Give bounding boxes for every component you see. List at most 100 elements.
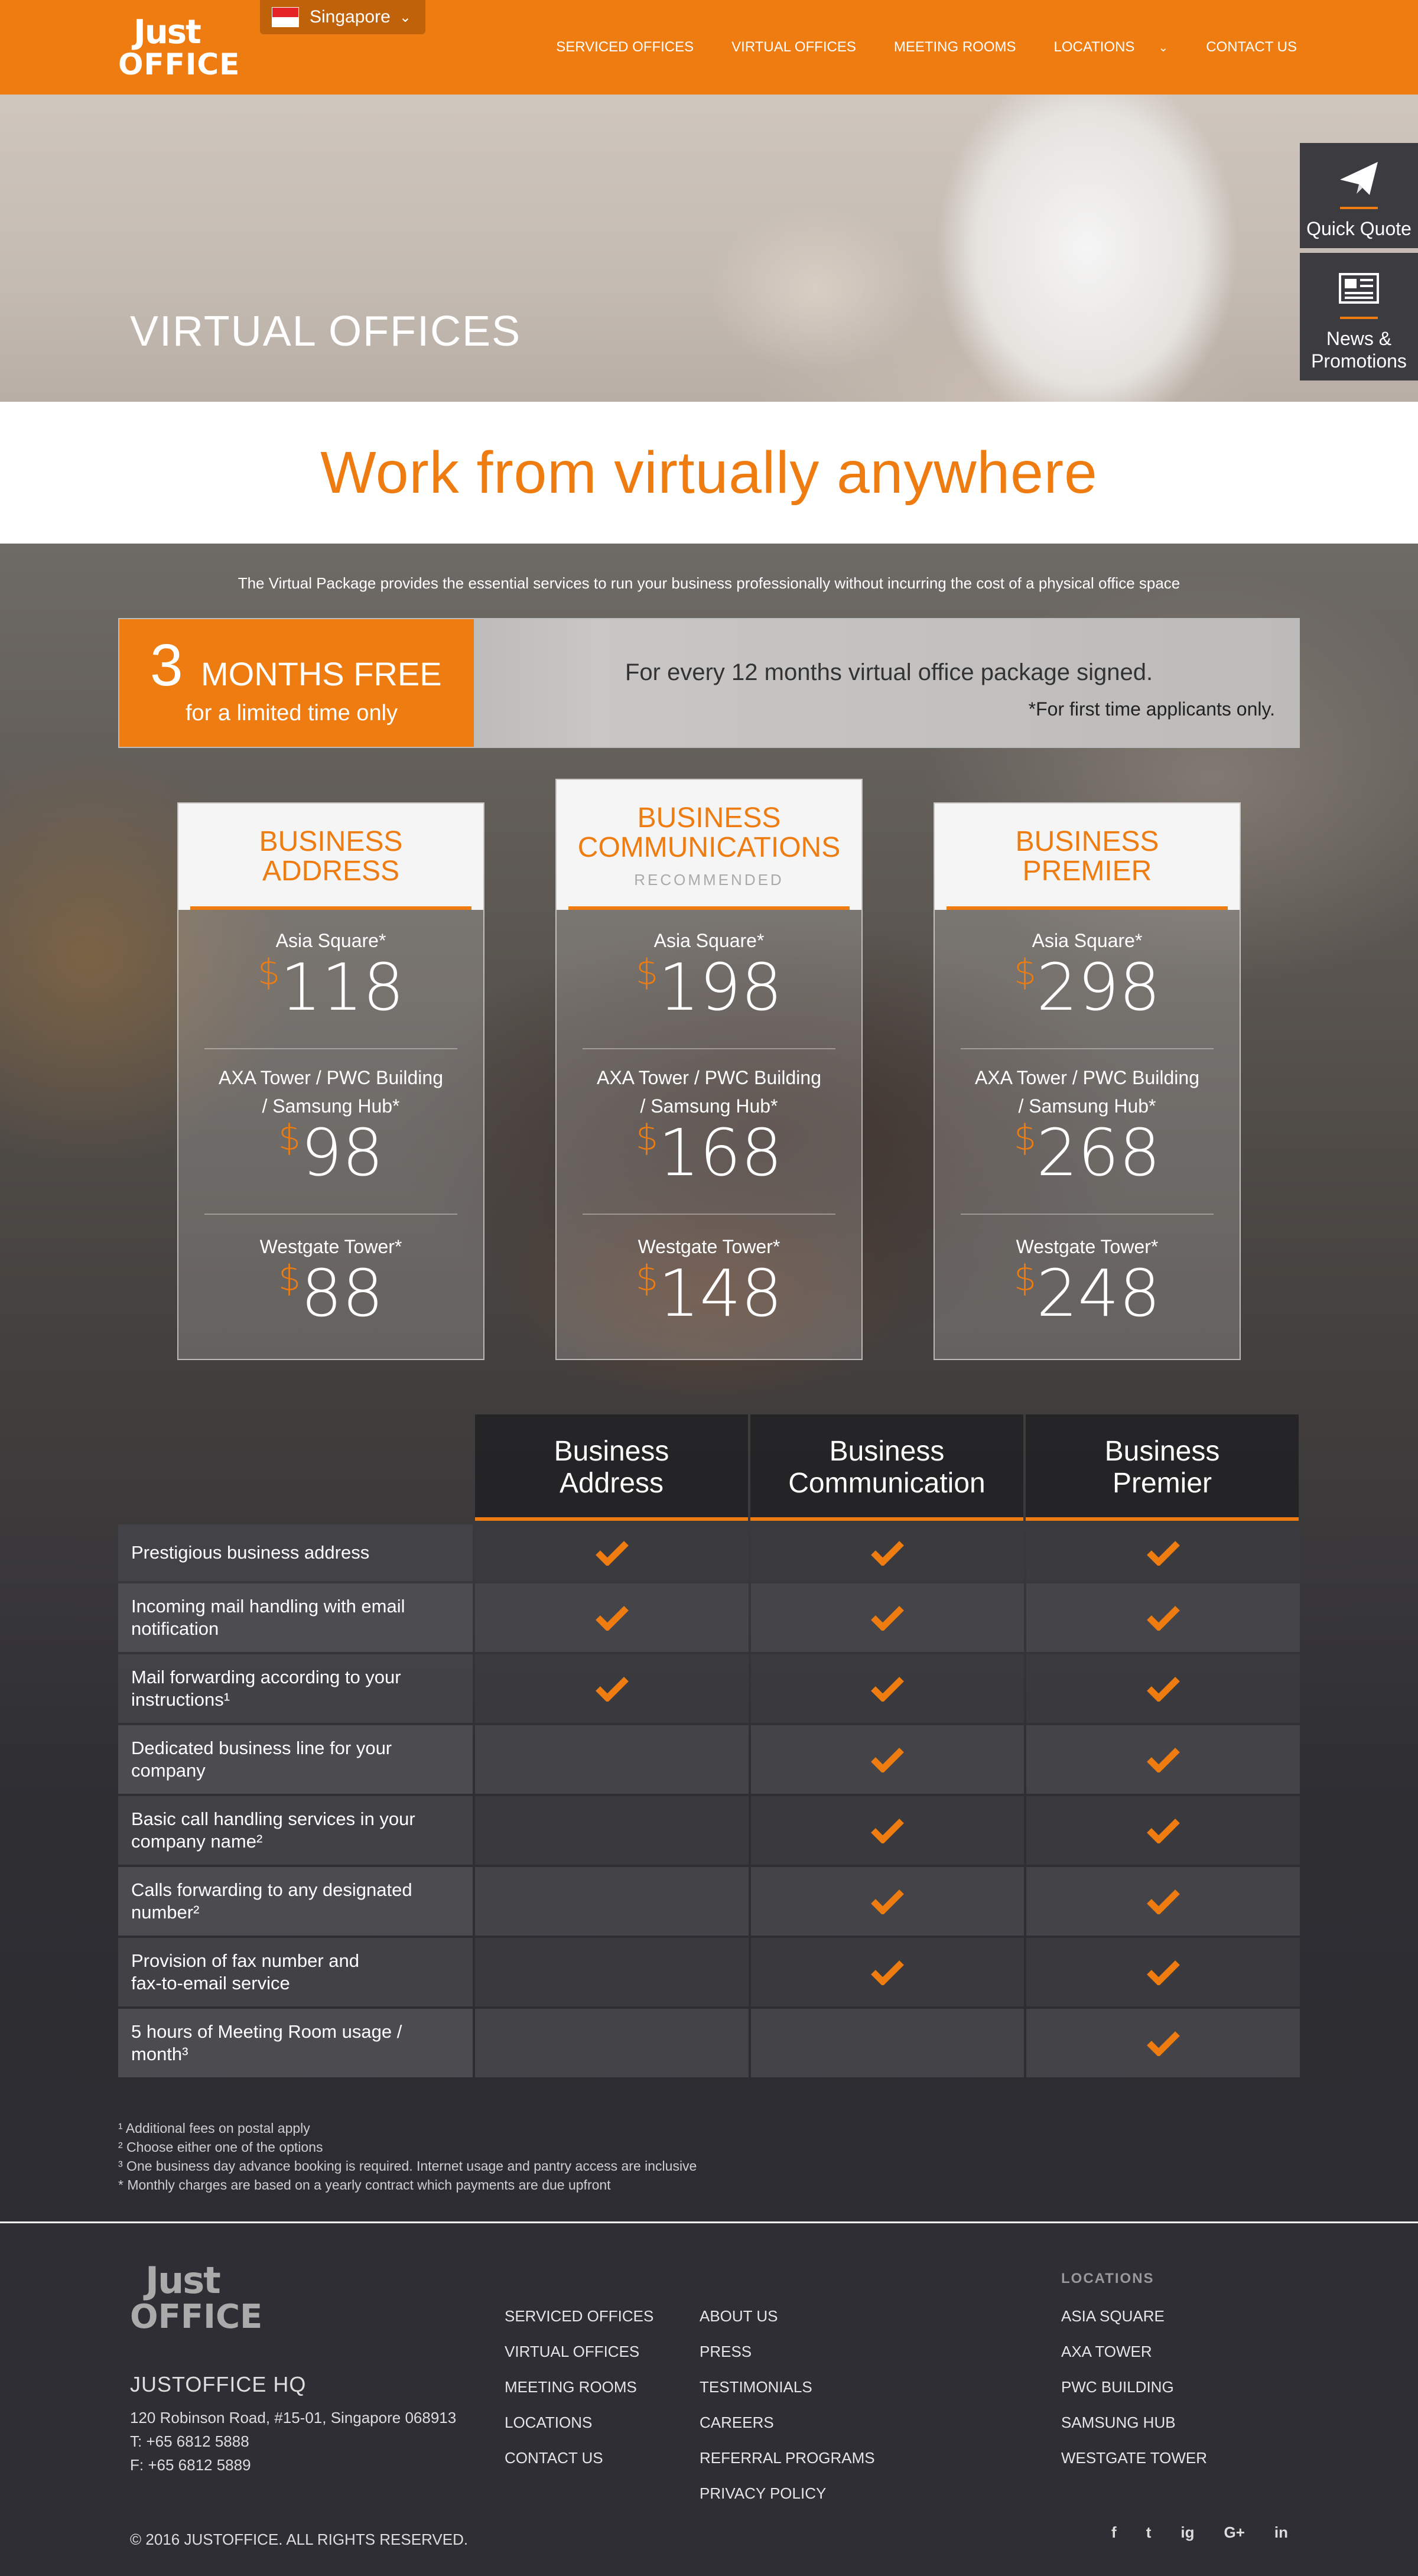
promo-subtitle: for a limited time only bbox=[186, 701, 398, 726]
site-footer: Just OFFICE JUSTOFFICE HQ 120 Robinson R… bbox=[0, 2222, 1418, 2576]
linkedin-icon[interactable]: in bbox=[1274, 2523, 1288, 2542]
price-block: AXA Tower / PWC Building / Samsung Hub* … bbox=[557, 1049, 861, 1214]
checkmark-icon bbox=[871, 1889, 905, 1914]
compare-header-line1: Business bbox=[554, 1436, 669, 1467]
price-value: $118 bbox=[178, 955, 483, 1020]
card-title-line1: BUSINESS bbox=[1015, 826, 1159, 857]
justoffice-logo[interactable]: Just OFFICE bbox=[118, 13, 239, 84]
feature-cell bbox=[475, 1867, 749, 1936]
nav-virtual-offices[interactable]: VIRTUAL OFFICES bbox=[731, 39, 856, 56]
feature-cell bbox=[1026, 1938, 1300, 2006]
social-links: f t ig G+ in bbox=[1111, 2523, 1288, 2542]
feature-cell bbox=[475, 1524, 749, 1581]
feature-cell bbox=[750, 1867, 1025, 1936]
promo-number: 3 bbox=[150, 632, 183, 698]
tagline-heading: Work from virtually anywhere bbox=[320, 439, 1098, 506]
footer-link-westgate-tower[interactable]: WESTGATE TOWER bbox=[1061, 2449, 1207, 2484]
card-title-line1: BUSINESS bbox=[259, 826, 403, 857]
tab-underline bbox=[1340, 207, 1378, 209]
feature-cell bbox=[475, 1654, 749, 1723]
main-nav: SERVICED OFFICES VIRTUAL OFFICES MEETING… bbox=[556, 0, 1297, 95]
promo-months: MONTHS FREE bbox=[201, 655, 442, 692]
feature-label-line2: month³ bbox=[131, 2044, 188, 2064]
facebook-icon[interactable]: f bbox=[1111, 2523, 1117, 2542]
footer-link-press[interactable]: PRESS bbox=[700, 2343, 875, 2378]
price-value: $98 bbox=[178, 1120, 483, 1185]
quick-quote-tab[interactable]: Quick Quote bbox=[1300, 143, 1418, 248]
card-title-line2: ADDRESS bbox=[262, 856, 400, 887]
compare-header-business-communication: Business Communication bbox=[750, 1414, 1023, 1521]
price-value: $248 bbox=[935, 1261, 1240, 1326]
price-value: $298 bbox=[935, 955, 1240, 1020]
feature-label: 5 hours of Meeting Room usage / month³ bbox=[118, 2009, 473, 2077]
footer-link-about-us[interactable]: ABOUT US bbox=[700, 2307, 875, 2343]
twitter-icon[interactable]: t bbox=[1146, 2523, 1152, 2542]
nav-meeting-rooms[interactable]: MEETING ROOMS bbox=[894, 39, 1016, 56]
footer-link-pwc-building[interactable]: PWC BUILDING bbox=[1061, 2378, 1207, 2414]
currency-symbol: $ bbox=[635, 1258, 659, 1299]
currency-symbol: $ bbox=[1013, 1117, 1037, 1159]
currency-symbol: $ bbox=[635, 952, 659, 993]
checkmark-icon bbox=[871, 1541, 905, 1566]
footer-link-careers[interactable]: CAREERS bbox=[700, 2414, 875, 2449]
footer-link-testimonials[interactable]: TESTIMONIALS bbox=[700, 2378, 875, 2414]
feature-cell bbox=[475, 1938, 749, 2006]
card-title-line2: COMMUNICATIONS bbox=[577, 832, 841, 863]
feature-label-line1: Basic call handling services in your bbox=[131, 1809, 415, 1829]
news-label-line1: News & bbox=[1326, 328, 1392, 349]
footnote: * Monthly charges are based on a yearly … bbox=[118, 2177, 611, 2193]
feature-label-line2: company bbox=[131, 1760, 206, 1781]
footer-link-contact-us[interactable]: CONTACT US bbox=[505, 2449, 653, 2484]
footer-link-axa-tower[interactable]: AXA TOWER bbox=[1061, 2343, 1207, 2378]
hq-title: JUSTOFFICE HQ bbox=[130, 2372, 307, 2396]
tagline-section: Work from virtually anywhere bbox=[0, 402, 1418, 544]
feature-cell bbox=[750, 2009, 1025, 2077]
footnote: ³ One business day advance booking is re… bbox=[118, 2158, 697, 2174]
page-title: VIRTUAL OFFICES bbox=[130, 308, 522, 355]
footer-link-meeting-rooms[interactable]: MEETING ROOMS bbox=[505, 2378, 653, 2414]
price-block: Asia Square* $198 bbox=[557, 910, 861, 1048]
nav-locations[interactable]: LOCATIONS ⌄ bbox=[1054, 39, 1169, 56]
virtual-package-section: The Virtual Package provides the essenti… bbox=[0, 544, 1418, 2222]
promo-note: *For first time applicants only. bbox=[1028, 698, 1275, 720]
recommended-badge: RECOMMENDED bbox=[634, 871, 784, 889]
logo-office: OFFICE bbox=[130, 2298, 263, 2336]
promo-banner: 3 MONTHS FREE for a limited time only Fo… bbox=[118, 618, 1300, 748]
footer-link-samsung-hub[interactable]: SAMSUNG HUB bbox=[1061, 2414, 1207, 2449]
price-amount: 298 bbox=[1036, 949, 1161, 1025]
price-location: AXA Tower / PWC Building bbox=[974, 1067, 1199, 1088]
compare-header-line2: Premier bbox=[1112, 1468, 1212, 1499]
feature-label: Incoming mail handling with email notific… bbox=[118, 1583, 473, 1652]
currency-symbol: $ bbox=[1013, 952, 1037, 993]
feature-cell bbox=[750, 1938, 1025, 2006]
news-promotions-tab[interactable]: News & Promotions bbox=[1300, 253, 1418, 380]
feature-label: Provision of fax number and fax-to-email … bbox=[118, 1938, 473, 2006]
country-name: Singapore bbox=[310, 7, 391, 27]
feature-cell bbox=[750, 1583, 1025, 1652]
instagram-icon[interactable]: ig bbox=[1180, 2523, 1194, 2542]
feature-cell bbox=[750, 1796, 1025, 1865]
footer-link-referral-programs[interactable]: REFERRAL PROGRAMS bbox=[700, 2449, 875, 2484]
country-selector[interactable]: Singapore ⌄ bbox=[260, 0, 425, 34]
footer-link-virtual-offices[interactable]: VIRTUAL OFFICES bbox=[505, 2343, 653, 2378]
table-row: Dedicated business line for your company bbox=[118, 1725, 1300, 1794]
footer-logo[interactable]: Just OFFICE bbox=[130, 2259, 263, 2336]
hq-fax: F: +65 6812 5889 bbox=[130, 2456, 251, 2474]
feature-label-line2: company name² bbox=[131, 1831, 263, 1852]
feature-cell bbox=[750, 1524, 1025, 1581]
feature-label-line1: Provision of fax number and bbox=[131, 1950, 359, 1971]
feature-label-line1: Prestigious business address bbox=[131, 1542, 370, 1563]
feature-cell bbox=[1026, 1583, 1300, 1652]
nav-serviced-offices[interactable]: SERVICED OFFICES bbox=[556, 39, 694, 56]
nav-contact-us[interactable]: CONTACT US bbox=[1206, 39, 1297, 56]
logo-just: Just bbox=[145, 2259, 221, 2302]
google-plus-icon[interactable]: G+ bbox=[1224, 2523, 1244, 2542]
footer-link-privacy-policy[interactable]: PRIVACY POLICY bbox=[700, 2484, 875, 2520]
table-row: Prestigious business address bbox=[118, 1524, 1300, 1581]
checkmark-icon bbox=[1146, 1819, 1180, 1843]
footer-link-serviced-offices[interactable]: SERVICED OFFICES bbox=[505, 2307, 653, 2343]
checkmark-icon bbox=[1146, 1677, 1180, 1702]
footer-link-asia-square[interactable]: ASIA SQUARE bbox=[1061, 2307, 1207, 2343]
feature-label-line2: fax-to-email service bbox=[131, 1973, 290, 1993]
footer-link-locations[interactable]: LOCATIONS bbox=[505, 2414, 653, 2449]
